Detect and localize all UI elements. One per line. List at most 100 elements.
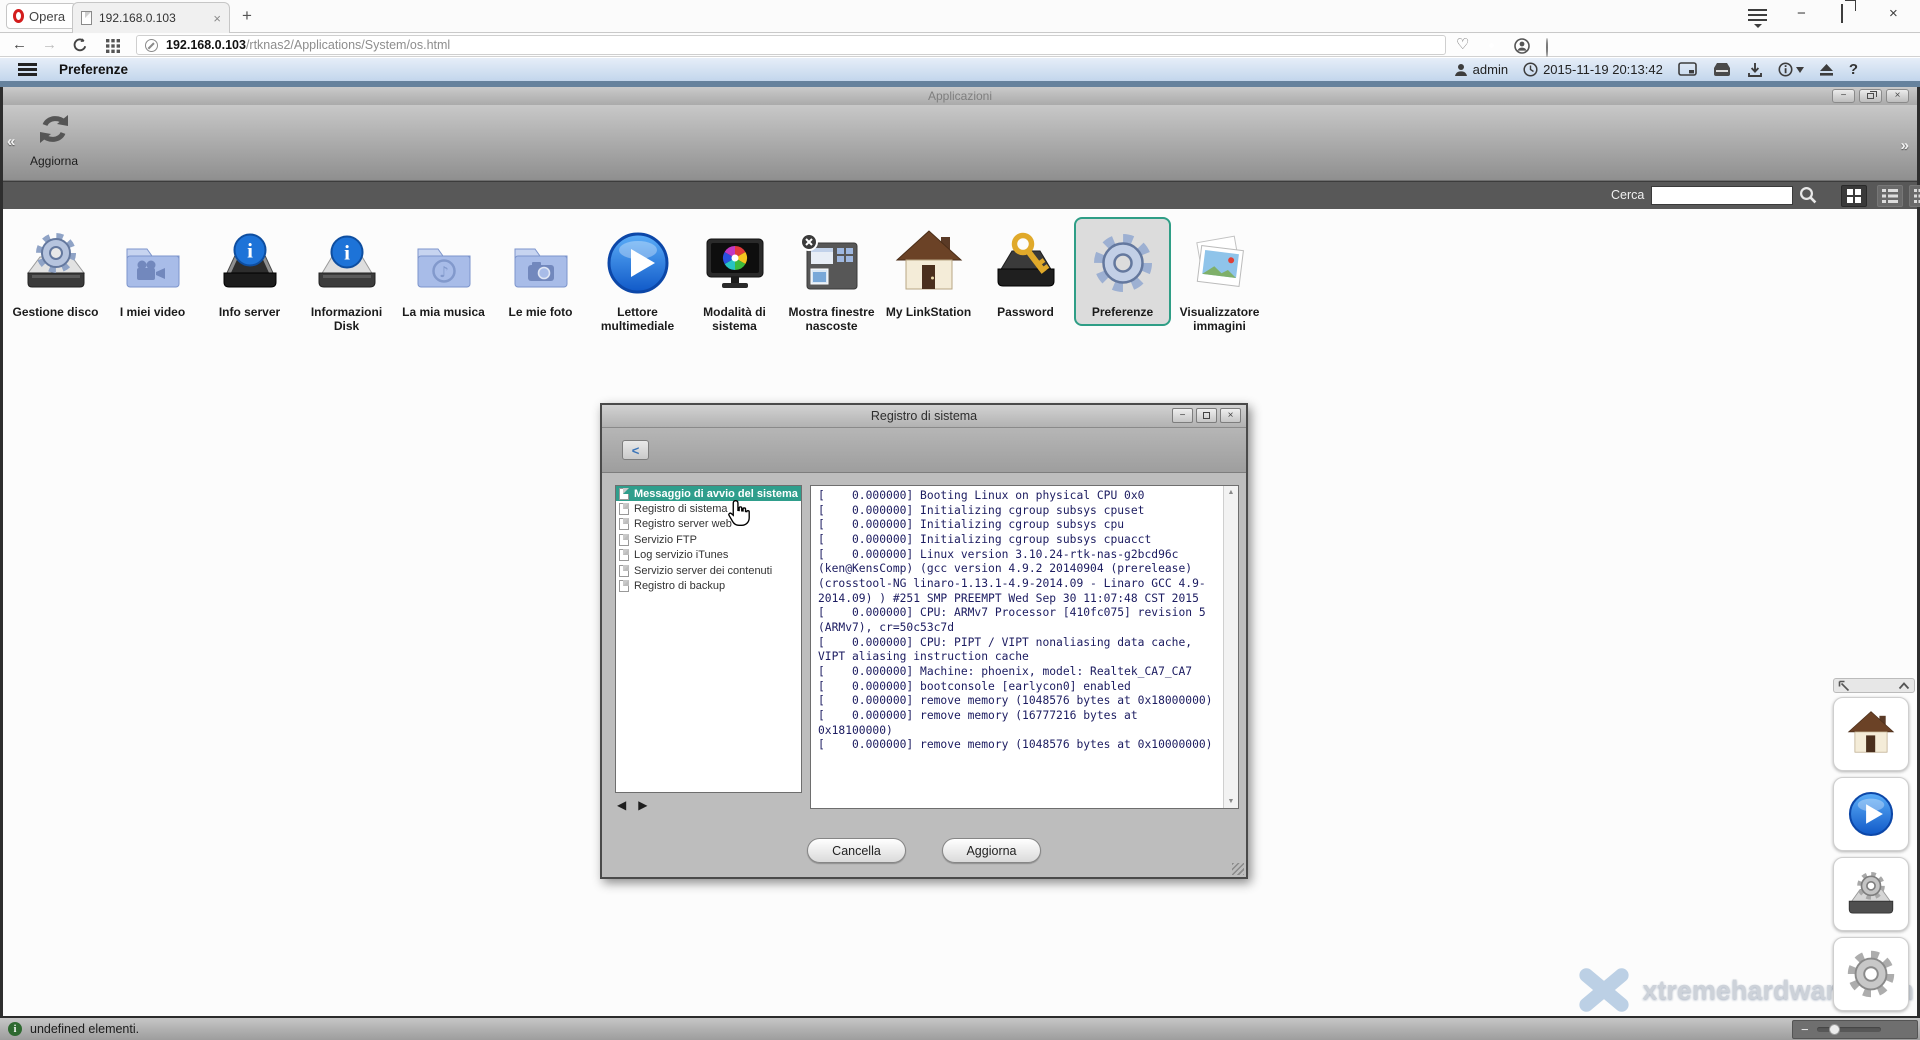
- dock-home-button[interactable]: [1833, 697, 1909, 771]
- app-lettore-multimediale[interactable]: Lettore multimediale: [589, 217, 686, 340]
- zoom-track[interactable]: [1817, 1027, 1881, 1032]
- dialog-minimize-button[interactable]: −: [1172, 408, 1193, 423]
- dialog-refresh-button[interactable]: Aggiorna: [942, 838, 1041, 863]
- app-gestione-disco[interactable]: Gestione disco: [7, 217, 104, 326]
- list-next-icon[interactable]: ▶: [638, 798, 647, 812]
- app-le-mie-foto[interactable]: Le mie foto: [492, 217, 589, 326]
- log-type-item[interactable]: Registro di sistema: [616, 501, 801, 516]
- log-type-item[interactable]: Registro di backup: [616, 578, 801, 593]
- user-indicator[interactable]: admin: [1454, 62, 1508, 77]
- log-type-item[interactable]: Servizio server dei contenuti: [616, 563, 801, 578]
- log-type-item[interactable]: Registro server web: [616, 517, 801, 532]
- page-title: Preferenze: [59, 62, 128, 77]
- back-icon[interactable]: ←: [12, 36, 27, 54]
- list-prev-icon[interactable]: ◀: [617, 798, 626, 812]
- app-visualizzatore-immagini[interactable]: Visualizzatore immagini: [1171, 217, 1268, 340]
- download-icon[interactable]: [1747, 62, 1763, 78]
- user-icon: [1454, 63, 1468, 77]
- dialog-close-button[interactable]: ×: [1220, 408, 1241, 423]
- collapse-left-icon[interactable]: «: [7, 133, 15, 150]
- view-grid-button[interactable]: [1841, 185, 1867, 207]
- view-detail-button[interactable]: [1909, 185, 1920, 207]
- app-la-mia-musica[interactable]: ♪ La mia musica: [395, 217, 492, 326]
- info-menu-icon[interactable]: [1778, 62, 1804, 77]
- forward-icon[interactable]: →: [42, 36, 57, 54]
- log-type-item[interactable]: Log servizio iTunes: [616, 548, 801, 563]
- eject-icon[interactable]: [1819, 63, 1834, 77]
- app-informazioni-disk[interactable]: i Informazioni Disk: [298, 217, 395, 340]
- speed-dial-icon[interactable]: [106, 39, 120, 58]
- scroll-up-icon[interactable]: ▲: [1224, 489, 1238, 496]
- disk-gear-icon: [16, 223, 96, 303]
- log-type-item[interactable]: Servizio FTP: [616, 532, 801, 547]
- reload-icon[interactable]: [72, 37, 88, 58]
- app-password[interactable]: Password: [977, 217, 1074, 326]
- scroll-down-icon[interactable]: ▼: [1224, 798, 1238, 805]
- opera-menu-button[interactable]: Opera: [6, 3, 76, 29]
- url-field[interactable]: 192.168.0.103/rtknas2/Applications/Syste…: [136, 35, 1446, 55]
- refresh-icon: [35, 111, 73, 147]
- bookmark-heart-icon[interactable]: ♡: [1456, 36, 1469, 54]
- applications-titlebar[interactable]: Applicazioni − ×: [3, 87, 1917, 105]
- browser-tab[interactable]: 192.168.0.103 ×: [72, 2, 230, 33]
- app-mostra-finestre-nascoste[interactable]: Mostra finestre nascoste: [783, 217, 880, 340]
- media-player-icon: [598, 223, 678, 303]
- password-key-icon: [986, 223, 1066, 303]
- zoom-thumb[interactable]: [1829, 1024, 1840, 1035]
- app-my-linkstation[interactable]: My LinkStation: [880, 217, 977, 326]
- browser-tabbar: Opera 192.168.0.103 × + − ×: [0, 0, 1920, 33]
- dock-move-icon[interactable]: [1838, 680, 1850, 692]
- svg-text:i: i: [247, 239, 253, 263]
- log-scrollbar[interactable]: ▲ ▼: [1223, 486, 1238, 808]
- music-folder-icon: ♪: [404, 223, 484, 303]
- app-preferenze[interactable]: Preferenze: [1074, 217, 1171, 326]
- browser-addressbar: ← → 192.168.0.103/rtknas2/Applications/S…: [0, 34, 1920, 57]
- nas-drive-icon[interactable]: [1712, 62, 1732, 77]
- status-text: undefined elementi.: [30, 1022, 139, 1036]
- dock-settings-button[interactable]: [1833, 937, 1909, 1011]
- sync-icon[interactable]: [1546, 39, 1548, 57]
- window-minimize-button[interactable]: −: [1832, 89, 1855, 103]
- app-info-server[interactable]: i Info server: [201, 217, 298, 326]
- new-tab-button[interactable]: +: [242, 6, 252, 26]
- opera-label: Opera: [29, 9, 65, 24]
- collapse-right-icon[interactable]: »: [1901, 137, 1909, 154]
- browser-restore-button[interactable]: [1841, 6, 1843, 21]
- search-input[interactable]: [1651, 186, 1793, 205]
- zoom-out-icon[interactable]: −: [1801, 1023, 1809, 1036]
- play-icon: [1843, 786, 1899, 842]
- dock-header: [1833, 678, 1915, 693]
- zoom-slider[interactable]: −: [1792, 1020, 1918, 1039]
- document-icon: [619, 488, 629, 500]
- log-type-item[interactable]: Messaggio di avvio del sistema: [616, 486, 801, 501]
- help-button[interactable]: ?: [1849, 61, 1858, 78]
- window-restore-button[interactable]: [1859, 89, 1882, 103]
- dialog-back-button[interactable]: <: [622, 440, 649, 460]
- dock-storage-settings-button[interactable]: [1833, 857, 1909, 931]
- dialog-titlebar[interactable]: Registro di sistema − ×: [602, 405, 1246, 428]
- browser-minimize-button[interactable]: −: [1797, 6, 1806, 21]
- view-list-button[interactable]: [1877, 185, 1903, 207]
- app-i-miei-video[interactable]: I miei video: [104, 217, 201, 326]
- page-favicon: [81, 11, 92, 25]
- resize-grip[interactable]: [1232, 863, 1244, 875]
- cancel-button[interactable]: Cancella: [807, 838, 906, 863]
- document-icon: [619, 518, 629, 530]
- browser-menu-icon[interactable]: [1748, 9, 1767, 32]
- app-modalita-di-sistema[interactable]: Modalità di sistema: [686, 217, 783, 340]
- refresh-button[interactable]: Aggiorna: [25, 111, 83, 168]
- dock-collapse-icon[interactable]: [1898, 681, 1910, 690]
- dialog-maximize-button[interactable]: [1196, 408, 1217, 423]
- svg-text:♪: ♪: [439, 263, 449, 281]
- search-icon[interactable]: [1799, 186, 1817, 209]
- gear-icon: [1083, 223, 1163, 303]
- site-badge-icon[interactable]: [145, 39, 158, 52]
- profile-icon[interactable]: [1514, 38, 1530, 59]
- browser-close-button[interactable]: ×: [1889, 6, 1898, 21]
- display-icon[interactable]: [1678, 62, 1697, 77]
- menu-hamburger-icon[interactable]: [18, 60, 37, 78]
- window-close-button[interactable]: ×: [1886, 89, 1909, 103]
- search-label: Cerca: [1611, 188, 1644, 202]
- dock-media-player-button[interactable]: [1833, 777, 1909, 851]
- tab-close-icon[interactable]: ×: [213, 12, 221, 25]
